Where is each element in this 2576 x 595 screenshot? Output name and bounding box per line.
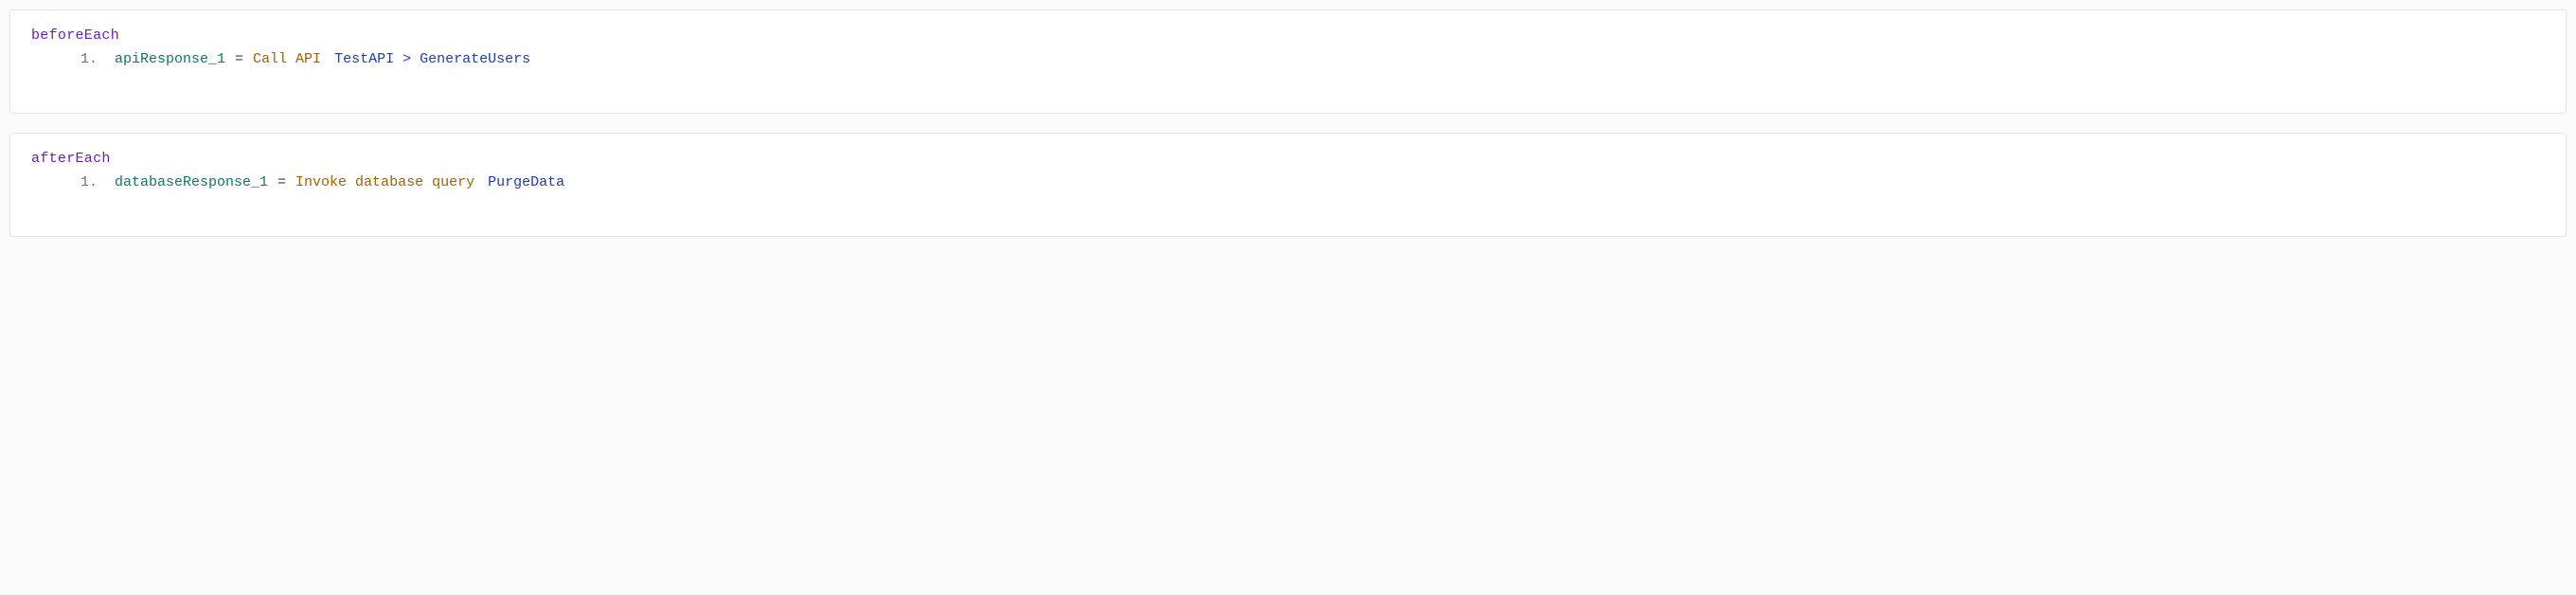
step-number: 1. (69, 51, 98, 67)
variable-name: apiResponse_1 (115, 51, 225, 67)
equals-sign: = (235, 51, 243, 67)
block-title: beforeEach (31, 27, 2545, 44)
action-target: PurgeData (488, 174, 564, 190)
action-label: Invoke database query (295, 174, 474, 190)
before-each-block: beforeEach 1. apiResponse_1 = Call API T… (9, 9, 2567, 114)
equals-sign: = (277, 174, 286, 190)
after-each-block: afterEach 1. databaseResponse_1 = Invoke… (9, 133, 2567, 237)
action-target: TestAPI > GenerateUsers (334, 51, 530, 67)
variable-name: databaseResponse_1 (115, 174, 268, 190)
block-title: afterEach (31, 151, 2545, 167)
step-number: 1. (69, 174, 98, 190)
action-label: Call API (253, 51, 321, 67)
step-row: 1. apiResponse_1 = Call API TestAPI > Ge… (31, 51, 2545, 67)
step-row: 1. databaseResponse_1 = Invoke database … (31, 174, 2545, 190)
